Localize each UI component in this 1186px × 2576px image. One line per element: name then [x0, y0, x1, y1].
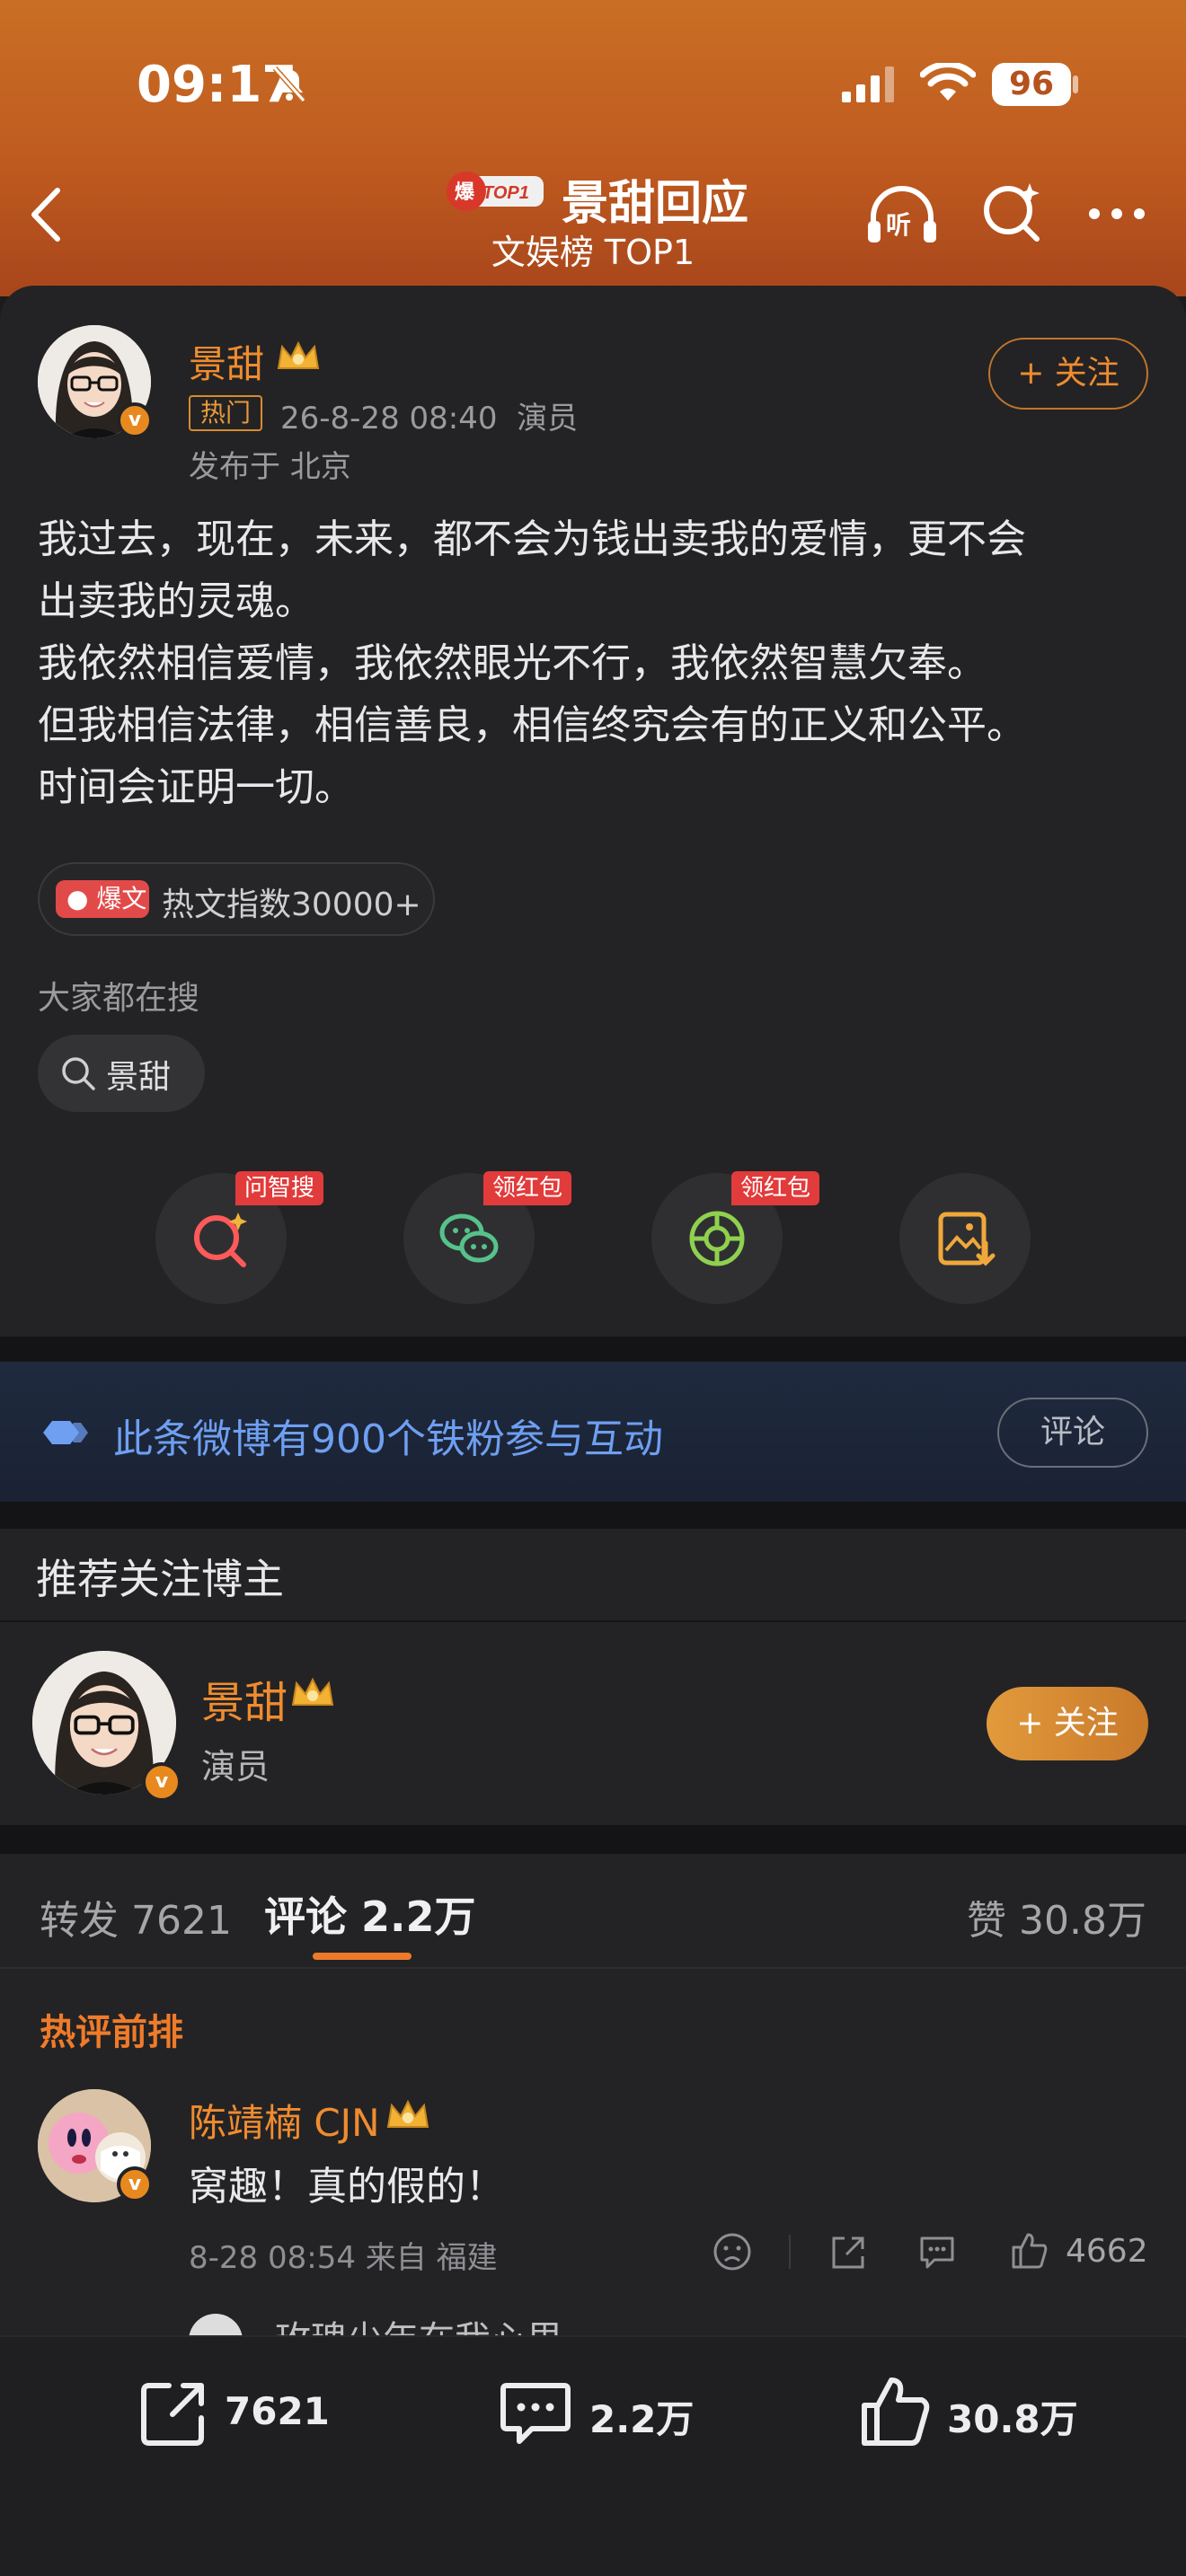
wechat-icon: [439, 1213, 499, 1263]
tab-repost[interactable]: 转发 7621: [40, 1888, 232, 1945]
divider: [0, 1620, 1186, 1622]
share-icon[interactable]: [827, 2231, 868, 2272]
wifi-icon: [920, 63, 976, 101]
action-tag: 领红包: [483, 1171, 572, 1205]
action-tag: 领红包: [731, 1171, 820, 1205]
section-divider: [0, 1337, 1186, 1362]
post-body: 我过去，现在，未来，都不会为钱出卖我的爱情，更不会 出卖我的灵魂。 我依然相信爱…: [38, 508, 1152, 818]
banner-comment-button[interactable]: 评论: [997, 1398, 1148, 1468]
post-location: 发布于 北京: [189, 449, 351, 485]
baowen-label: 爆文: [96, 884, 147, 913]
post-line: 我依然相信爱情，我依然眼光不行，我依然智慧欠奉。: [38, 640, 987, 686]
post-line: 我过去，现在，未来，都不会为钱出卖我的爱情，更不会: [38, 516, 1026, 562]
divider: [789, 2235, 791, 2269]
repost-icon[interactable]: [137, 2375, 212, 2450]
crown-icon: [291, 1677, 334, 1706]
listen-headphones-icon[interactable]: 听: [864, 181, 940, 246]
bottom-action-bar: [0, 2335, 1186, 2576]
comment-icon[interactable]: [498, 2375, 573, 2450]
repost-count[interactable]: 7621: [225, 2389, 330, 2433]
ai-search-icon[interactable]: [979, 180, 1044, 244]
recommend-role: 演员: [201, 1747, 270, 1786]
fans-heart-icon: [43, 1421, 88, 1444]
top1-badge-icon: TOP1 爆: [447, 172, 544, 211]
active-tab-indicator: [313, 1953, 412, 1960]
post-line: 时间会证明一切。: [38, 764, 354, 810]
tab-comment[interactable]: 评论 2.2万: [264, 1884, 476, 1944]
hot-index-text: 热文指数30000+: [162, 887, 421, 923]
ai-search-icon: [194, 1213, 247, 1267]
post-line: 但我相信法律，相信善良，相信终究会有的正义和公平。: [38, 702, 1026, 748]
section-divider: [0, 1502, 1186, 1529]
fire-icon: ●: [66, 884, 89, 913]
recommend-title: 推荐关注博主: [36, 1555, 284, 1603]
search-chip-text: 景甜: [106, 1059, 172, 1096]
post-line: 出卖我的灵魂。: [38, 578, 314, 624]
comment-text: 窝趣！真的假的！: [189, 2164, 505, 2210]
recommend-follow-button[interactable]: + 关注: [987, 1687, 1148, 1760]
comment-like-count: 4662: [1066, 2233, 1148, 2270]
crown-icon: [386, 2099, 429, 2128]
hot-tag: 热门: [189, 395, 262, 431]
tab-like[interactable]: 赞 30.8万: [967, 1888, 1146, 1945]
like-icon[interactable]: [857, 2373, 933, 2448]
battery-tip: [1073, 75, 1078, 93]
battery-level: 96: [992, 63, 1071, 106]
more-options-icon[interactable]: [1085, 205, 1148, 223]
recommend-name[interactable]: 景甜: [201, 1667, 288, 1730]
verified-badge-icon: v: [142, 1762, 181, 1802]
save-image-icon: [938, 1212, 996, 1266]
verified-badge-icon: v: [117, 2166, 153, 2202]
comment-author[interactable]: 陈靖楠 CJN: [189, 2093, 379, 2148]
hot-comments-label: 热评前排: [40, 2012, 183, 2053]
crown-icon: [277, 340, 320, 369]
like-count[interactable]: 30.8万: [947, 2389, 1078, 2444]
action-tag: 问智搜: [235, 1171, 324, 1205]
divider: [0, 1967, 1186, 1969]
page-title: 景甜回应: [562, 177, 749, 231]
mute-bell-icon: [272, 66, 306, 102]
verified-badge-icon: v: [117, 402, 153, 438]
svg-text:听: 听: [886, 210, 911, 240]
moments-icon: [689, 1211, 745, 1266]
comment-count[interactable]: 2.2万: [589, 2389, 694, 2444]
search-icon: [62, 1057, 95, 1090]
search-label: 大家都在搜: [38, 980, 200, 1017]
dislike-face-icon[interactable]: [712, 2231, 753, 2272]
svg-text:TOP1: TOP1: [482, 183, 529, 203]
follow-button[interactable]: + 关注: [988, 338, 1148, 410]
svg-text:爆: 爆: [455, 181, 475, 204]
like-thumb-icon[interactable]: [1008, 2229, 1049, 2271]
baowen-tag: ● 爆文: [56, 880, 149, 918]
fans-banner-text: 此条微博有900个铁粉参与互动: [113, 1416, 663, 1462]
reply-icon[interactable]: [916, 2231, 958, 2272]
section-divider: [0, 1825, 1186, 1854]
author-name[interactable]: 景甜: [189, 334, 264, 389]
post-meta: 26-8-28 08:40 演员: [280, 401, 579, 437]
signal-icon: [842, 66, 894, 102]
comment-meta: 8-28 08:54 来自 福建: [189, 2240, 498, 2276]
